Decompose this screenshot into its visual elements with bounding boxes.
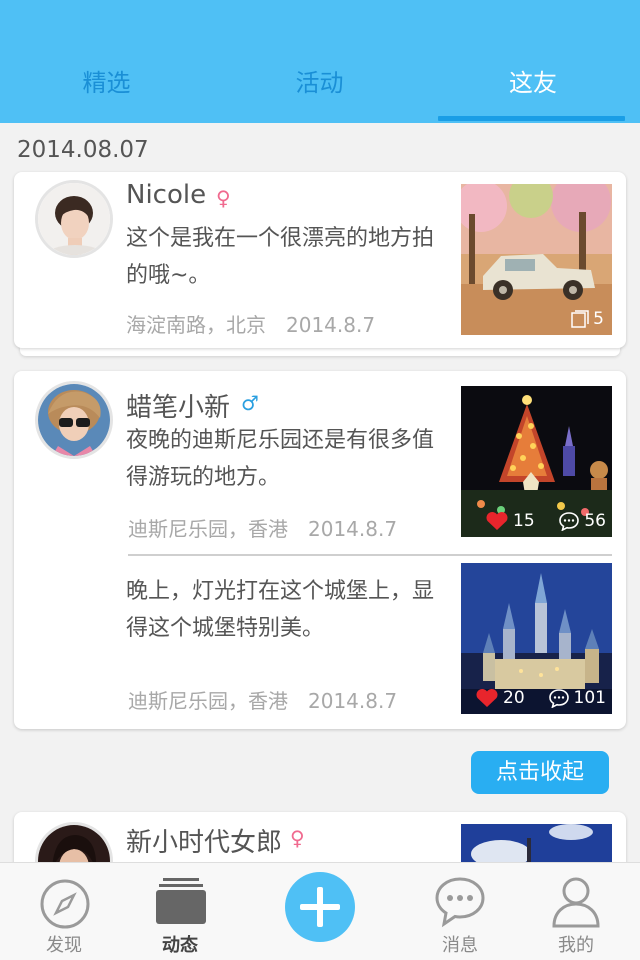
post-card[interactable]: Nicole ♀ 这个是我在一个很漂亮的地方拍的哦~。 海淀南路，北京 2014.…: [14, 172, 626, 348]
post-location[interactable]: 迪斯尼乐园，香港: [128, 517, 288, 541]
top-header: 精选 活动 这友: [0, 0, 640, 123]
screen: 精选 活动 这友 2014.08.07 Nicole ♀ 这个是我在一个很漂亮的…: [0, 0, 640, 960]
post-meta: 海淀南路，北京 2014.8.7: [126, 309, 375, 338]
chat-bubble-icon: [434, 876, 486, 932]
post-meta: 迪斯尼乐园，香港 2014.8.7: [128, 685, 397, 714]
post-text: 这个是我在一个很漂亮的地方拍的哦~。: [126, 226, 435, 288]
stack-icon: [155, 877, 207, 931]
tab-activities[interactable]: 活动: [213, 58, 426, 108]
person-icon: [551, 876, 601, 932]
comment-count: 56: [584, 511, 606, 531]
nav-label: 发现: [46, 935, 82, 956]
entry-divider: [128, 554, 612, 556]
comment-bubble-icon: [548, 688, 570, 708]
feed-date: 2014.08.07: [17, 137, 149, 163]
active-tab-indicator: [438, 116, 625, 121]
like-count: 15: [513, 511, 535, 531]
nav-discover[interactable]: 发现: [0, 863, 128, 960]
comments-overlay[interactable]: 101: [548, 688, 606, 708]
comment-bubble-icon: [558, 511, 580, 531]
post-location[interactable]: 迪斯尼乐园，香港: [128, 689, 288, 713]
add-post-button[interactable]: [285, 872, 355, 942]
heart-icon: [475, 688, 499, 708]
tab-friends[interactable]: 这友: [426, 58, 640, 108]
post-text: 晚上，灯光打在这个城堡上，显得这个城堡特别美。: [126, 579, 435, 641]
compass-icon: [39, 878, 91, 934]
gender-female-icon: ♀: [290, 826, 305, 850]
nav-profile[interactable]: 我的: [512, 863, 640, 960]
post-photo[interactable]: [461, 824, 612, 862]
post-text: 夜晚的迪斯尼乐园还是有很多值得游玩的地方。: [126, 428, 435, 490]
post-date: 2014.8.7: [308, 517, 398, 541]
post-photo[interactable]: 20 101: [461, 563, 612, 714]
post-photo[interactable]: 15 56: [461, 386, 612, 537]
photo-count-overlay: 5: [571, 309, 604, 329]
comment-count: 101: [573, 688, 606, 708]
post-date: 2014.8.7: [286, 313, 376, 337]
photo-stack-icon: [571, 310, 589, 328]
nav-feed[interactable]: 动态: [116, 863, 244, 960]
avatar[interactable]: [35, 381, 113, 459]
gender-male-icon: ♂: [241, 391, 259, 415]
plus-icon: [285, 887, 355, 946]
post-date: 2014.8.7: [308, 689, 398, 713]
heart-icon: [485, 511, 509, 531]
nav-label: 我的: [558, 935, 594, 956]
gender-female-icon: ♀: [216, 186, 231, 210]
post-photo[interactable]: 5: [461, 184, 612, 335]
photo-count: 5: [593, 309, 604, 329]
user-name[interactable]: Nicole: [126, 180, 206, 210]
user-name[interactable]: 新小时代女郎: [126, 822, 282, 859]
likes-overlay[interactable]: 15: [485, 511, 535, 531]
post-card[interactable]: 蜡笔小新 ♂ 夜晚的迪斯尼乐园还是有很多值得游玩的地方。 迪斯尼乐园，香港 201…: [14, 371, 626, 729]
nav-label: 动态: [162, 935, 198, 956]
nav-message[interactable]: 消息: [396, 863, 524, 960]
collapse-button[interactable]: 点击收起: [471, 751, 609, 794]
tab-featured[interactable]: 精选: [0, 58, 213, 108]
user-name[interactable]: 蜡笔小新: [126, 387, 230, 424]
top-tabs: 精选 活动 这友: [0, 58, 640, 123]
comments-overlay[interactable]: 56: [558, 511, 606, 531]
nav-label: 消息: [442, 935, 478, 956]
post-meta: 迪斯尼乐园，香港 2014.8.7: [128, 513, 397, 542]
avatar[interactable]: [35, 180, 113, 258]
likes-overlay[interactable]: 20: [475, 688, 525, 708]
post-location[interactable]: 海淀南路，北京: [126, 313, 266, 337]
like-count: 20: [503, 688, 525, 708]
